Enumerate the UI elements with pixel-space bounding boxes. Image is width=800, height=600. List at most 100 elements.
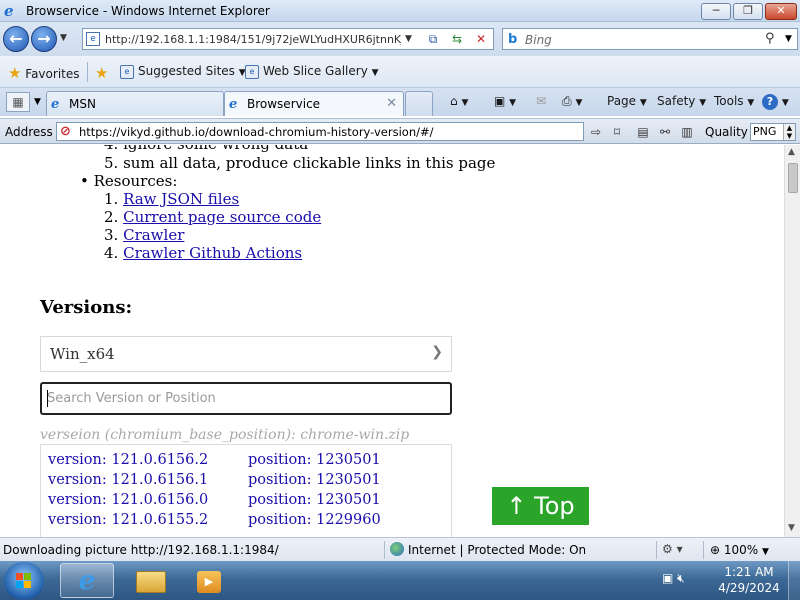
clock-date: 4/29/2024 xyxy=(718,581,780,595)
quick-tabs-button[interactable]: ▦ xyxy=(6,92,30,112)
minimize-button[interactable]: ─ xyxy=(701,3,731,20)
position-link[interactable]: position: 1230501 xyxy=(248,492,381,508)
close-tab-icon[interactable]: ✕ xyxy=(386,96,397,111)
favorites-bar: ★ Favorites ★ e Suggested Sites ▼ e Web Sl… xyxy=(0,56,800,88)
taskbar-explorer-button[interactable] xyxy=(124,563,178,598)
back-button[interactable]: ← xyxy=(3,26,29,52)
help-button[interactable]: ? ▼ xyxy=(762,94,789,110)
add-favorite-button[interactable]: ★ xyxy=(95,64,108,82)
back-to-top-button[interactable]: ↑ Top xyxy=(492,487,589,525)
version-search-input[interactable]: Search Version or Position xyxy=(40,382,452,415)
url-bar[interactable]: e http://192.168.1.1:1984/151/9j72jeWLYu… xyxy=(82,28,494,50)
version-link[interactable]: version: 121.0.6156.1 xyxy=(48,472,208,488)
forward-button[interactable]: → xyxy=(31,26,57,52)
read-mail-button[interactable]: ✉ xyxy=(536,94,546,108)
list-number: 3. xyxy=(104,226,119,244)
scroll-down-icon[interactable]: ▼ xyxy=(788,523,795,533)
page-content: 4. ignore some wrong data 5. sum all dat… xyxy=(0,145,784,537)
address-input[interactable]: ⊘ https://vikyd.github.io/download-chrom… xyxy=(56,122,584,141)
url-dropdown-icon[interactable]: ▼ xyxy=(405,34,412,44)
refresh-icon[interactable]: ⇆ xyxy=(447,31,467,48)
ie-page-icon: e xyxy=(229,97,238,112)
tools-menu[interactable]: Tools ▼ xyxy=(714,94,754,108)
result-row[interactable]: version: 121.0.6155.2 position: 1229960 xyxy=(48,512,448,532)
tab-browservice[interactable]: e Browservice ✕ xyxy=(224,91,404,116)
tab-list-dropdown[interactable]: ▼ xyxy=(34,97,41,107)
list-text: ignore some wrong data xyxy=(123,145,308,153)
quality-label: Quality xyxy=(705,125,748,139)
media-player-icon: ▶ xyxy=(197,571,221,593)
web-slice-gallery-button[interactable]: e Web Slice Gallery ▼ xyxy=(245,64,379,79)
scroll-thumb[interactable] xyxy=(788,163,798,193)
version-link[interactable]: version: 121.0.6156.0 xyxy=(48,492,208,508)
version-link[interactable]: version: 121.0.6155.2 xyxy=(48,512,208,528)
list-number: 1. xyxy=(104,190,119,208)
versions-heading: Versions: xyxy=(40,297,133,318)
system-tray[interactable]: ▣ 🔇︎ xyxy=(662,571,685,586)
tab-bar: ▦ ▼ e MSN e Browservice ✕ ⌂ ▼ ▣ ▼ ✉ ⎙ ▼ … xyxy=(0,88,800,116)
taskbar-ie-button[interactable]: e xyxy=(60,563,114,598)
feeds-button[interactable]: ▣ ▼ xyxy=(494,94,516,108)
source-code-link[interactable]: Current page source code xyxy=(123,208,321,226)
taskbar-media-player-button[interactable]: ▶ xyxy=(182,563,236,598)
home-button[interactable]: ⌂ ▼ xyxy=(450,94,468,108)
bing-icon: b xyxy=(508,32,518,47)
result-row[interactable]: version: 121.0.6156.1 position: 1230501 xyxy=(48,472,448,492)
clock[interactable]: 1:21 AM 4/29/2024 xyxy=(718,564,780,596)
crawler-actions-link[interactable]: Crawler Github Actions xyxy=(123,244,302,262)
zoom-level[interactable]: ⊕ 100% ▼ xyxy=(710,543,769,557)
list-number: 2. xyxy=(104,208,119,226)
security-zone[interactable]: Internet | Protected Mode: On xyxy=(408,543,586,557)
result-row[interactable]: version: 121.0.6156.0 position: 1230501 xyxy=(48,492,448,512)
search-placeholder[interactable]: Bing xyxy=(525,33,552,47)
raw-json-link[interactable]: Raw JSON files xyxy=(123,190,239,208)
crawler-link[interactable]: Crawler xyxy=(123,226,184,244)
position-link[interactable]: position: 1230501 xyxy=(248,452,381,468)
resources-item: • Resources: xyxy=(80,172,178,190)
position-link[interactable]: position: 1230501 xyxy=(248,472,381,488)
new-tab-button[interactable] xyxy=(405,91,433,116)
suggested-sites-button[interactable]: e Suggested Sites ▼ xyxy=(120,64,246,79)
maximize-button[interactable]: ❐ xyxy=(733,3,763,20)
divider xyxy=(703,541,704,559)
protected-mode-icon[interactable]: ⚙ ▾ xyxy=(662,542,683,556)
tools-menu-label: Tools xyxy=(714,94,744,108)
paste-icon[interactable]: ▥ xyxy=(678,123,696,141)
address-url[interactable]: https://vikyd.github.io/download-chromiu… xyxy=(79,125,434,139)
print-button[interactable]: ⎙ ▼ xyxy=(562,94,582,109)
version-link[interactable]: version: 121.0.6156.2 xyxy=(48,452,208,468)
compatibility-view-icon[interactable]: ⧉ xyxy=(423,31,443,48)
search-box[interactable]: b Bing ⚲ ▼ xyxy=(502,28,798,50)
network-icon[interactable]: ▣ xyxy=(662,571,673,585)
scroll-up-icon[interactable]: ▲ xyxy=(788,147,795,157)
results-hint: verseion (chromium_base_position): chrom… xyxy=(40,427,410,443)
vertical-scrollbar[interactable]: ▲ ▼ xyxy=(784,145,800,537)
bookmark-icon[interactable]: ⌑ xyxy=(608,123,626,141)
safety-menu[interactable]: Safety ▼ xyxy=(657,94,706,108)
tab-msn[interactable]: e MSN xyxy=(46,91,224,116)
suggested-sites-label: Suggested Sites xyxy=(138,64,235,78)
find-icon[interactable]: ⚯ xyxy=(656,123,674,141)
quality-spinner-icon[interactable]: ▲ ▼ xyxy=(783,124,795,140)
platform-select[interactable]: Win_x64 ❯ xyxy=(40,336,452,372)
url-text[interactable]: http://192.168.1.1:1984/151/9j72jeWLYudH… xyxy=(105,33,401,46)
page-icon: e xyxy=(86,32,100,46)
go-icon[interactable]: ⇨ xyxy=(587,123,605,141)
stop-icon[interactable]: ✕ xyxy=(471,31,491,48)
clipboard-icon[interactable]: ▤ xyxy=(634,123,652,141)
recent-pages-dropdown[interactable]: ▼ xyxy=(60,33,67,43)
close-button[interactable]: ✕ xyxy=(765,3,797,20)
search-options-dropdown[interactable]: ▼ xyxy=(785,34,792,44)
address-toolbar: Address ⊘ https://vikyd.github.io/downlo… xyxy=(0,118,800,144)
quality-select[interactable]: PNG ▲ ▼ xyxy=(750,123,796,141)
start-button[interactable] xyxy=(4,562,44,600)
volume-muted-icon[interactable]: 🔇︎ xyxy=(677,571,685,585)
show-desktop-button[interactable] xyxy=(788,561,800,600)
platform-value: Win_x64 xyxy=(50,345,115,363)
position-link[interactable]: position: 1229960 xyxy=(248,512,381,528)
result-row[interactable]: version: 121.0.6156.2 position: 1230501 xyxy=(48,452,448,472)
search-icon[interactable]: ⚲ xyxy=(765,31,775,46)
page-menu[interactable]: Page ▼ xyxy=(607,94,647,108)
list-number: 4. xyxy=(104,244,119,262)
favorites-button[interactable]: ★ Favorites xyxy=(8,64,80,82)
